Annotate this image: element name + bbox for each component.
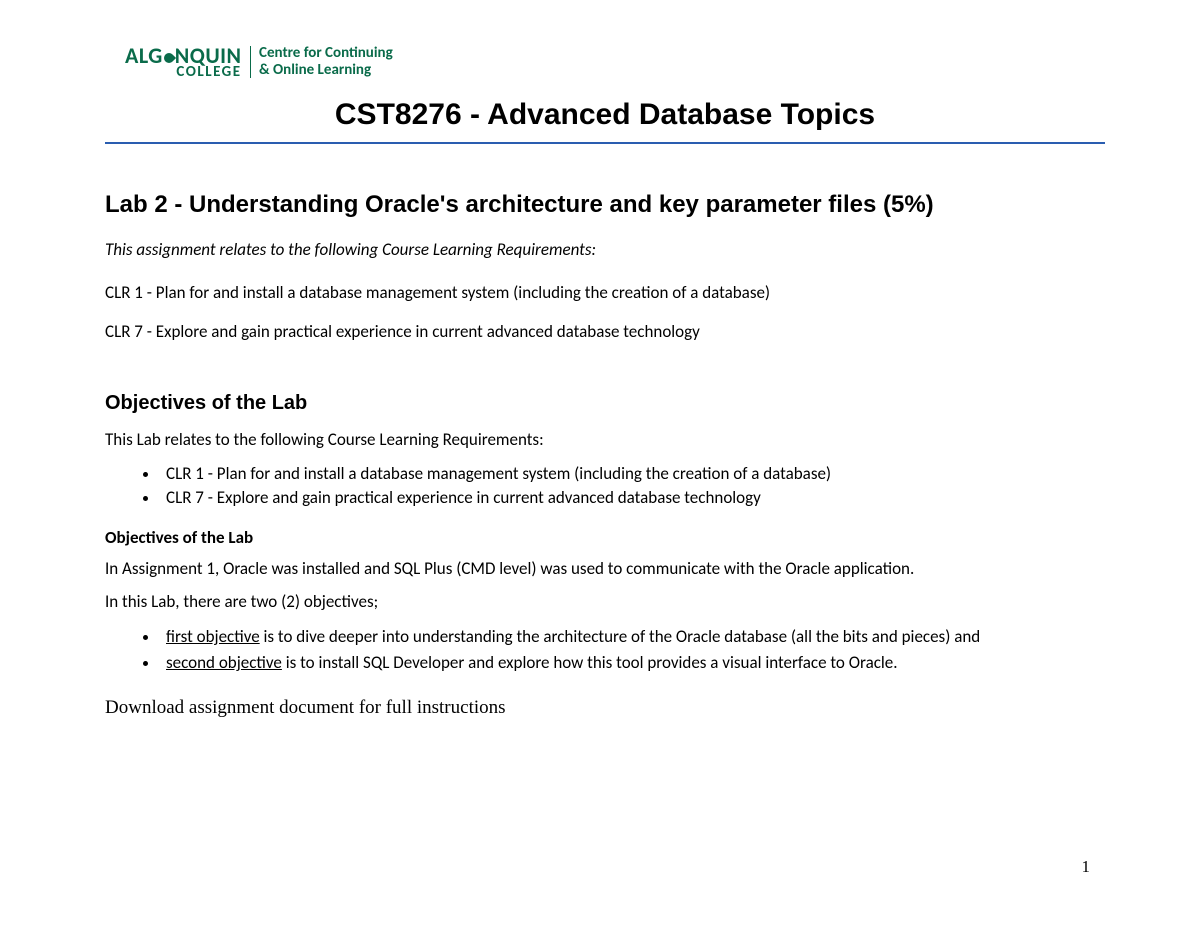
download-text: Download assignment document for full in… [105,697,1105,719]
objectives-para2: In this Lab, there are two (2) objective… [105,591,1105,614]
leaf-icon [162,51,176,65]
logo-divider [250,46,252,78]
clr-item-1: CLR 1 - Plan for and install a database … [105,282,1105,303]
second-objective-rest: is to install SQL Developer and explore … [282,652,898,673]
logo-tagline-line2: & Online Learning [259,62,393,79]
lab-title: Lab 2 - Understanding Oracle's architect… [105,189,1105,221]
course-title: CST8276 - Advanced Database Topics [105,98,1105,144]
list-item: first objective is to dive deeper into u… [160,624,1105,650]
list-item: CLR 7 - Explore and gain practical exper… [160,486,1105,510]
first-objective-rest: is to dive deeper into understanding the… [260,626,981,647]
logo-tagline-line1: Centre for Continuing [259,45,393,62]
logo: ALGNQUIN COLLEGE Centre for Continuing &… [125,45,1105,80]
logo-left: ALGNQUIN COLLEGE [125,46,242,79]
clr-intro: This assignment relates to the following… [105,239,1105,260]
objectives-clr-list: CLR 1 - Plan for and install a database … [160,462,1105,510]
page-number: 1 [1082,857,1091,877]
second-objective-underline: second objective [166,652,282,673]
objectives-subheading: Objectives of the Lab [105,527,1105,548]
logo-tagline: Centre for Continuing & Online Learning [259,45,393,80]
objectives-para1: In Assignment 1, Oracle was installed an… [105,558,1105,581]
clr-item-2: CLR 7 - Explore and gain practical exper… [105,321,1105,342]
first-objective-underline: first objective [166,626,260,647]
list-item: CLR 1 - Plan for and install a database … [160,462,1105,486]
list-item: second objective is to install SQL Devel… [160,650,1105,676]
objectives-heading: Objectives of the Lab [105,392,1105,415]
objectives-list: first objective is to dive deeper into u… [160,624,1105,675]
objectives-intro: This Lab relates to the following Course… [105,429,1105,452]
